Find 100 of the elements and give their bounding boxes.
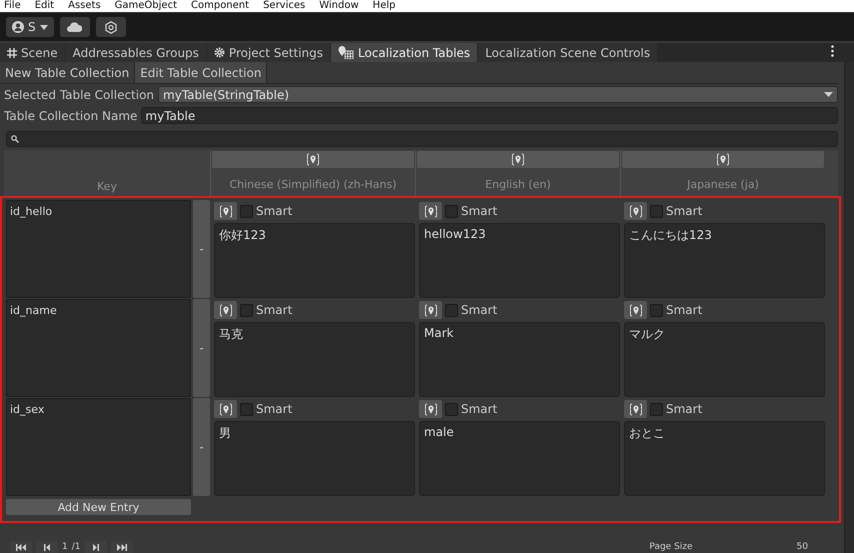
checkbox-label: Smart [256, 402, 292, 416]
menu-item[interactable]: Window [319, 0, 359, 12]
window-tab[interactable]: Localization Scene Controls [478, 43, 658, 62]
page-size-label: Page Size [649, 541, 693, 553]
key-field[interactable]: id_name [6, 299, 191, 397]
window-tab[interactable]: Project Settings [206, 43, 330, 62]
menu-item[interactable]: Help [372, 0, 396, 12]
window-tab[interactable]: Localization Tables [331, 43, 478, 62]
smart-checkbox[interactable] [445, 402, 458, 416]
map-pin-table-icon [338, 46, 354, 59]
locale-button[interactable] [214, 301, 237, 319]
localization-icon [424, 402, 436, 416]
menu-item[interactable]: Component [191, 0, 250, 12]
smart-checkbox[interactable] [650, 204, 663, 218]
search-field[interactable] [6, 131, 838, 147]
page-total: /1 [72, 541, 80, 553]
translation-field[interactable]: おとこ [624, 421, 825, 496]
first-page-button[interactable] [10, 541, 32, 553]
checkbox-label: Smart [666, 402, 702, 416]
add-entry-button[interactable]: Add New Entry [6, 499, 191, 515]
locale-button[interactable] [419, 202, 442, 220]
cloud-button[interactable] [60, 17, 90, 37]
dropdown-arrow-icon [824, 92, 833, 97]
smart-checkbox[interactable] [445, 304, 458, 316]
checkbox-label: Smart [256, 303, 292, 317]
skip-to-start-icon [16, 544, 26, 550]
locale-button[interactable] [624, 202, 647, 220]
toolbar-tab[interactable]: Edit Table Collection [135, 62, 268, 83]
table-collection-dropdown[interactable]: myTable(StringTable) [158, 86, 838, 103]
translation-field[interactable]: hellow123 [419, 223, 620, 298]
checkbox-label: Smart [256, 204, 292, 218]
localization-icon [424, 304, 436, 316]
locale-button[interactable] [624, 400, 647, 418]
localization-icon [220, 402, 232, 416]
collection-name-field[interactable]: myTable [141, 107, 838, 124]
checkbox-label: Smart [461, 402, 498, 416]
previous-page-button[interactable] [36, 541, 58, 553]
grid-icon [7, 48, 17, 58]
menu-item[interactable]: File [4, 0, 21, 12]
locale-button[interactable] [419, 400, 442, 418]
window-tab[interactable]: Addressables Groups [66, 43, 206, 62]
checkbox-label: Smart [461, 303, 498, 317]
window-tab[interactable]: Scene [0, 43, 65, 62]
menu-item[interactable]: Edit [34, 0, 54, 12]
localization-icon [630, 304, 642, 316]
column-header: Japanese (ja) [686, 178, 760, 191]
page-number-field[interactable]: 1 [62, 541, 68, 553]
locale-button[interactable] [214, 400, 237, 418]
localization-icon [307, 153, 319, 166]
locale-button[interactable] [419, 301, 442, 319]
remove-entry-button[interactable]: - [193, 398, 210, 496]
user-icon [12, 21, 24, 33]
locale-button[interactable] [214, 202, 237, 220]
localization-icon [424, 204, 436, 218]
settings-icon [214, 47, 225, 58]
column-header: English (en) [484, 178, 552, 191]
more-options-icon[interactable] [831, 45, 834, 57]
key-field[interactable]: id_sex [6, 398, 191, 496]
localization-icon [220, 304, 232, 316]
field-label: Table Collection Name [4, 108, 138, 122]
hexagon-icon [104, 20, 117, 34]
localization-icon [220, 204, 232, 218]
column-header: Key [97, 180, 117, 195]
checkbox-label: Smart [666, 303, 702, 317]
page-size-field[interactable]: 50 [796, 541, 808, 553]
translation-field[interactable]: Mark [419, 322, 620, 397]
checkbox-label: Smart [461, 204, 498, 218]
translation-field[interactable]: 男 [214, 421, 415, 496]
translation-field[interactable]: マルク [624, 322, 825, 397]
step-forward-icon [90, 544, 100, 550]
menu-item[interactable]: Assets [68, 0, 101, 12]
menu-item[interactable]: GameObject [114, 0, 177, 12]
smart-checkbox[interactable] [240, 204, 253, 218]
remove-entry-button[interactable]: - [193, 200, 210, 298]
smart-checkbox[interactable] [240, 402, 253, 416]
next-page-button[interactable] [84, 541, 106, 553]
smart-checkbox[interactable] [240, 304, 253, 316]
checkbox-label: Smart [666, 204, 702, 218]
search-icon [11, 135, 19, 143]
localization-icon [630, 204, 642, 218]
smart-checkbox[interactable] [650, 402, 663, 416]
remove-entry-button[interactable]: - [193, 299, 210, 397]
localization-icon [630, 402, 642, 416]
translation-field[interactable]: 你好123 [214, 223, 415, 298]
column-header: Chinese (Simplified) (zh-Hans) [228, 178, 398, 191]
collab-button[interactable] [96, 17, 126, 37]
smart-checkbox[interactable] [445, 204, 458, 218]
account-button[interactable]: S [6, 17, 54, 37]
step-back-icon [42, 544, 52, 550]
locale-button[interactable] [624, 301, 647, 319]
localization-icon [512, 153, 524, 166]
smart-checkbox[interactable] [650, 304, 663, 316]
last-page-button[interactable] [110, 541, 132, 553]
caret-icon [40, 24, 48, 30]
key-field[interactable]: id_hello [6, 200, 191, 298]
translation-field[interactable]: こんにちは123 [624, 223, 825, 298]
translation-field[interactable]: male [419, 421, 620, 496]
skip-to-end-icon [116, 544, 126, 550]
translation-field[interactable]: 马克 [214, 322, 415, 397]
menu-item[interactable]: Services [263, 0, 306, 12]
